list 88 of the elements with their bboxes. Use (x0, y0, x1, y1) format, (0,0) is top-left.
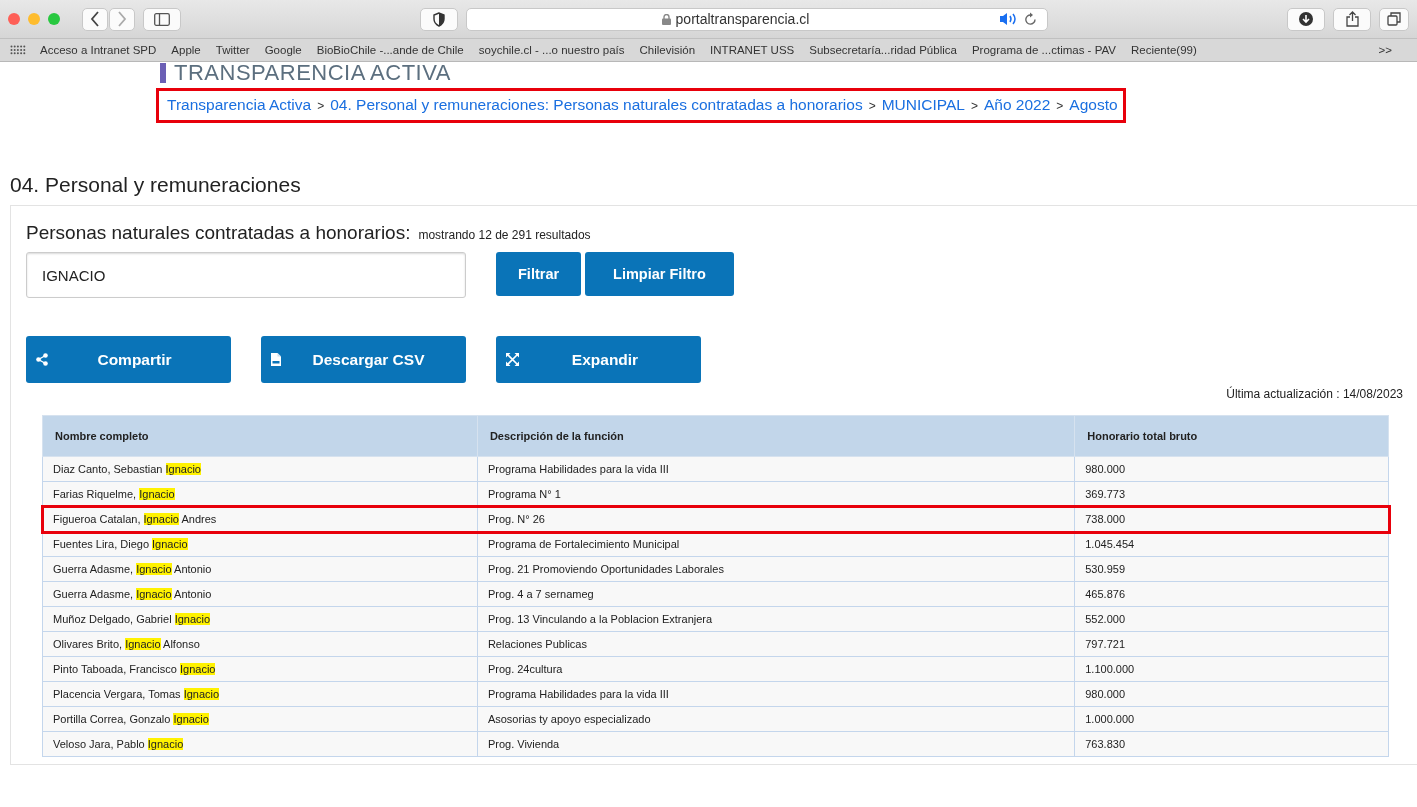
share-icon (36, 353, 48, 366)
column-header[interactable]: Descripción de la función (477, 415, 1075, 457)
table-cell: 763.830 (1074, 731, 1389, 757)
address-bar[interactable]: portaltransparencia.cl (466, 7, 1048, 31)
table-cell: Guerra Adasme, Ignacio Antonio (42, 581, 478, 607)
table-cell: 797.721 (1074, 631, 1389, 657)
bookmark-link[interactable]: Twitter (215, 44, 250, 56)
sidebar-icon (154, 12, 170, 26)
action-button[interactable]: Compartir (26, 336, 231, 383)
chevron-right-icon (117, 11, 127, 27)
result-count: mostrando 12 de 291 resultados (418, 228, 591, 242)
speaker-icon[interactable] (999, 12, 1019, 26)
breadcrumb-link[interactable]: MUNICIPAL (881, 96, 965, 114)
more-bookmarks-button[interactable]: >> (1378, 44, 1392, 56)
expand-icon (506, 353, 519, 366)
table-cell: 552.000 (1074, 606, 1389, 632)
bookmark-link[interactable]: Subsecretaría...ridad Pública (809, 44, 957, 56)
table-cell: 465.876 (1074, 581, 1389, 607)
download-button[interactable] (1287, 7, 1325, 31)
apps-grid-icon[interactable] (10, 45, 26, 55)
table-cell: Prog. 21 Promoviendo Oportunidades Laborales (477, 556, 1075, 582)
breadcrumb-link[interactable]: 04. Personal y remuneraciones: Personas naturales contratadas a honorarios (330, 96, 863, 114)
bookmark-link[interactable]: soychile.cl - ...o nuestro país (478, 44, 625, 56)
share-button[interactable] (1333, 7, 1371, 31)
table-cell: 980.000 (1074, 456, 1389, 482)
table-cell: 530.959 (1074, 556, 1389, 582)
table-cell: Asosorias ty apoyo especializado (477, 706, 1075, 732)
bookmark-link[interactable]: INTRANET USS (710, 44, 795, 56)
column-header[interactable]: Honorario total bruto (1074, 415, 1389, 457)
table-cell: Prog. N° 26 (477, 506, 1075, 532)
filter-button[interactable]: Filtrar (496, 252, 582, 296)
chevron-left-icon (90, 11, 100, 27)
file-icon (271, 353, 281, 366)
breadcrumb-separator: > (970, 99, 978, 113)
bookmark-link[interactable]: Google (264, 44, 302, 56)
sidebar-button[interactable] (143, 7, 181, 31)
filter-button[interactable]: Limpiar Filtro (585, 252, 734, 296)
table-cell: Guerra Adasme, Ignacio Antonio (42, 556, 478, 582)
title-accent-bar (160, 63, 166, 83)
table-cell: Programa Habilidades para la vida III (477, 681, 1075, 707)
section-title: 04. Personal y remuneraciones (10, 173, 302, 197)
table-cell: Placencia Vergara, Tomas Ignacio (42, 681, 478, 707)
reload-icon[interactable] (1024, 12, 1037, 26)
table-cell: Prog. 4 a 7 sernameg (477, 581, 1075, 607)
bookmark-link[interactable]: Chilevisión (639, 44, 696, 56)
page-header-title: TRANSPARENCIA ACTIVA (174, 60, 451, 86)
bookmark-link[interactable]: Programa de ...ctimas - PAV (971, 44, 1116, 56)
breadcrumb-separator: > (868, 99, 876, 113)
table-cell: Olivares Brito, Ignacio Alfonso (42, 631, 478, 657)
lock-icon (661, 13, 671, 25)
table-cell: Diaz Canto, Sebastian Ignacio (42, 456, 478, 482)
breadcrumb-separator: > (1056, 99, 1064, 113)
shield-icon (433, 11, 445, 27)
last-updated-text: Última actualización : 14/08/2023 (1225, 387, 1403, 401)
action-button[interactable]: Descargar CSV (261, 336, 466, 383)
breadcrumb-link[interactable]: Año 2022 (983, 96, 1051, 114)
table-cell: Programa Habilidades para la vida III (477, 456, 1075, 482)
bookmark-link[interactable]: Apple (171, 44, 201, 56)
table-cell: Veloso Jara, Pablo Ignacio (42, 731, 478, 757)
back-button[interactable] (82, 7, 108, 31)
table-cell: 980.000 (1074, 681, 1389, 707)
column-header[interactable]: Nombre completo (42, 415, 478, 457)
table-cell: 1.100.000 (1074, 656, 1389, 682)
share-icon (1345, 11, 1359, 27)
tabs-icon (1387, 12, 1401, 26)
breadcrumb-link[interactable]: Transparencia Activa (167, 96, 312, 114)
table-cell: Relaciones Publicas (477, 631, 1075, 657)
table-cell: Prog. 24cultura (477, 656, 1075, 682)
privacy-shield-button[interactable] (420, 7, 458, 31)
table-cell: Muñoz Delgado, Gabriel Ignacio (42, 606, 478, 632)
table-cell: Prog. Vivienda (477, 731, 1075, 757)
table-cell: Prog. 13 Vinculando a la Poblacion Extranjera (477, 606, 1075, 632)
url-text: portaltransparencia.cl (675, 11, 810, 27)
bookmark-link[interactable]: Acceso a Intranet SPD (40, 44, 157, 56)
table-cell: Figueroa Catalan, Ignacio Andres (42, 506, 478, 532)
breadcrumb-link[interactable]: Agosto (1069, 96, 1118, 114)
table-cell: Portilla Correa, Gonzalo Ignacio (42, 706, 478, 732)
search-field[interactable]: IGNACIO (26, 252, 466, 298)
table-cell: 738.000 (1074, 506, 1389, 532)
panel-title: Personas naturales contratadas a honorarios: (26, 222, 411, 244)
bookmark-link[interactable]: Reciente(99) (1130, 44, 1197, 56)
bookmark-link[interactable]: BioBioChile -...ande de Chile (316, 44, 464, 56)
table-cell: 1.000.000 (1074, 706, 1389, 732)
action-button[interactable]: Expandir (496, 336, 701, 383)
table-cell: Pinto Taboada, Francisco Ignacio (42, 656, 478, 682)
breadcrumb-separator: > (317, 99, 325, 113)
download-icon (1299, 12, 1313, 26)
tabs-button[interactable] (1379, 7, 1409, 31)
